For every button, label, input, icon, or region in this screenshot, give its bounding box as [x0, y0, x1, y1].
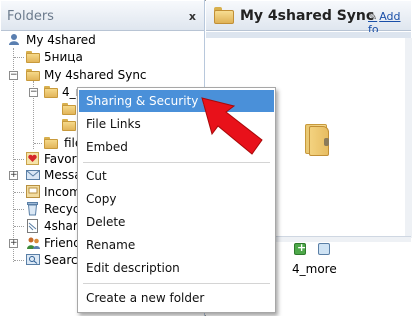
collapse-toggle[interactable]: −: [29, 88, 38, 97]
folders-panel-header: Folders x: [1, 1, 204, 31]
user-icon: [8, 33, 20, 46]
folder-large-icon[interactable]: [305, 124, 331, 156]
folders-panel-close-button[interactable]: x: [189, 10, 196, 23]
content-panel-title: My 4shared Sync: [240, 8, 375, 24]
folder-icon: [62, 119, 76, 131]
tree-connector: [14, 260, 24, 261]
vertical-scrollbar[interactable]: [405, 38, 412, 238]
content-panel-header: My 4shared Sync ✎ Add fo: [206, 1, 411, 36]
menu-separator: [83, 162, 270, 163]
tree-item-label: 5ница: [44, 50, 83, 64]
tree-connector: [14, 209, 24, 210]
tree-connector: [14, 192, 24, 193]
menu-item-delete[interactable]: Delete: [79, 211, 274, 233]
tree-connector: [34, 143, 42, 144]
tree-connector: [14, 226, 24, 227]
heart-icon: [26, 152, 39, 165]
messages-icon: [26, 168, 40, 181]
menu-item-copy[interactable]: Copy: [79, 188, 274, 210]
content-toolbar: [206, 32, 411, 38]
recycle-bin-icon: [26, 202, 39, 216]
folder-icon: [26, 69, 40, 81]
tree-connector: [13, 48, 14, 262]
folder-item-name[interactable]: 4_more: [292, 262, 337, 276]
expand-toggle[interactable]: +: [9, 171, 18, 180]
inbox-icon: [26, 185, 40, 198]
menu-item-create-folder[interactable]: Create a new folder: [79, 287, 274, 309]
tree-connector: [14, 57, 24, 58]
menu-separator: [83, 283, 270, 284]
folder-icon: [44, 137, 58, 149]
tree-item-label: My 4shared: [26, 33, 96, 47]
tree-item-label: Incom: [44, 185, 81, 199]
search-icon: [26, 253, 40, 266]
folder-icon: [44, 86, 58, 98]
folder-icon: [62, 103, 76, 115]
folders-panel-title: Folders: [7, 9, 54, 24]
collapse-toggle[interactable]: −: [9, 71, 18, 80]
document-icon: [26, 219, 39, 233]
folder-icon: [26, 51, 40, 63]
folder-icon: [214, 7, 234, 24]
menu-item-rename[interactable]: Rename: [79, 234, 274, 256]
pencil-icon: ✎: [368, 10, 378, 23]
expand-toggle[interactable]: +: [9, 239, 18, 248]
tree-item-label: My 4shared Sync: [44, 68, 147, 82]
add-icon[interactable]: [294, 241, 306, 255]
tree-connector: [14, 159, 24, 160]
menu-item-edit-description[interactable]: Edit description: [79, 257, 274, 279]
friends-icon: [26, 236, 41, 250]
red-arrow-pointer-icon: [201, 97, 263, 155]
delete-icon[interactable]: [318, 243, 330, 255]
tree-item-label: Messa: [44, 168, 82, 182]
menu-item-cut[interactable]: Cut: [79, 165, 274, 187]
tree-item-label: Friend: [44, 236, 81, 250]
